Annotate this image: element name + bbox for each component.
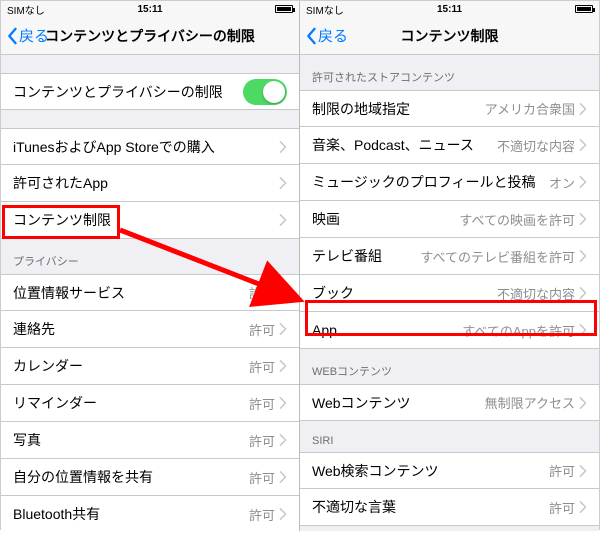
chevron-right-icon	[579, 324, 587, 336]
settings-row[interactable]: コンテンツとプライバシーの制限	[1, 73, 299, 110]
settings-row[interactable]: AppすべてのAppを許可	[300, 312, 599, 349]
row-value: すべての映画を許可	[459, 210, 575, 229]
settings-row[interactable]: 制限の地域指定アメリカ合衆国	[300, 90, 599, 127]
row-value: 許可	[249, 468, 275, 487]
status-bar: SIMなし 15:11	[300, 1, 599, 17]
chevron-right-icon	[279, 508, 287, 520]
row-value: 無制限アクセス	[485, 393, 575, 412]
phone-left: SIMなし 15:11 戻る コンテンツとプライバシーの制限 コンテンツとプライ…	[1, 1, 300, 531]
chevron-right-icon	[579, 287, 587, 299]
settings-row[interactable]: 位置情報サービス許可	[1, 274, 299, 311]
settings-row[interactable]: ミュージックのプロフィールと投稿オン	[300, 164, 599, 201]
settings-row[interactable]: Web検索コンテンツ許可	[300, 452, 599, 489]
nav-bar: 戻る コンテンツとプライバシーの制限	[1, 17, 299, 55]
chevron-right-icon	[579, 250, 587, 262]
row-value: すべてのAppを許可	[462, 321, 575, 340]
row-value: 許可	[249, 357, 275, 376]
row-value: 許可	[249, 505, 275, 524]
row-value: 許可	[249, 431, 275, 450]
row-value: 許可	[249, 320, 275, 339]
row-label: 写真	[13, 430, 249, 450]
row-label: コンテンツ制限	[13, 210, 279, 230]
row-value: 不適切な内容	[497, 136, 575, 155]
chevron-right-icon	[579, 501, 587, 513]
nav-bar: 戻る コンテンツ制限	[300, 17, 599, 55]
row-label: 自分の位置情報を共有	[13, 467, 249, 487]
settings-row[interactable]: 不適切な言葉許可	[300, 489, 599, 526]
settings-row[interactable]: ブック不適切な内容	[300, 275, 599, 312]
row-value: 許可	[549, 498, 575, 517]
row-label: ブック	[312, 283, 497, 303]
row-label: ミュージックのプロフィールと投稿	[312, 172, 549, 192]
row-label: 制限の地域指定	[312, 99, 485, 119]
row-label: Web検索コンテンツ	[312, 461, 549, 481]
section-header-web: WEBコンテンツ	[300, 349, 599, 384]
settings-row[interactable]: Bluetooth共有許可	[1, 496, 299, 531]
row-value: 許可	[549, 461, 575, 480]
row-label: 位置情報サービス	[13, 283, 249, 303]
chevron-right-icon	[579, 213, 587, 225]
settings-row[interactable]: 許可されたApp	[1, 165, 299, 202]
section-header-privacy: プライバシー	[1, 239, 299, 274]
chevron-right-icon	[579, 465, 587, 477]
status-icons	[275, 5, 293, 13]
settings-row[interactable]: iTunesおよびApp Storeでの購入	[1, 128, 299, 165]
settings-row[interactable]: テレビ番組すべてのテレビ番組を許可	[300, 238, 599, 275]
row-label: 音楽、Podcast、ニュース	[312, 135, 497, 155]
settings-row[interactable]: 映画すべての映画を許可	[300, 201, 599, 238]
row-label: 映画	[312, 209, 459, 229]
section-header-store: 許可されたストアコンテンツ	[300, 55, 599, 90]
chevron-right-icon	[279, 360, 287, 372]
status-icons	[575, 5, 593, 13]
settings-row[interactable]: Webコンテンツ無制限アクセス	[300, 384, 599, 421]
chevron-right-icon	[579, 103, 587, 115]
chevron-right-icon	[279, 471, 287, 483]
status-bar: SIMなし 15:11	[1, 1, 299, 17]
row-label: カレンダー	[13, 356, 249, 376]
row-value: 許可	[249, 394, 275, 413]
nav-title: コンテンツ制限	[300, 26, 599, 46]
chevron-right-icon	[279, 177, 287, 189]
row-label: App	[312, 322, 462, 338]
row-label: 不適切な言葉	[312, 497, 549, 517]
row-label: Bluetooth共有	[13, 504, 249, 524]
row-value: オン	[549, 173, 575, 192]
row-label: コンテンツとプライバシーの制限	[13, 82, 243, 102]
row-label: 許可されたApp	[13, 173, 279, 193]
row-label: Webコンテンツ	[312, 393, 485, 413]
row-value: 許可	[249, 283, 275, 302]
settings-row[interactable]: 連絡先許可	[1, 311, 299, 348]
settings-row[interactable]: カレンダー許可	[1, 348, 299, 385]
row-value: すべてのテレビ番組を許可	[420, 247, 575, 266]
chevron-right-icon	[579, 176, 587, 188]
phone-right: SIMなし 15:11 戻る コンテンツ制限 許可されたストアコンテンツ 制限の…	[300, 1, 599, 531]
chevron-right-icon	[279, 323, 287, 335]
settings-row[interactable]: 自分の位置情報を共有許可	[1, 459, 299, 496]
row-label: リマインダー	[13, 393, 249, 413]
row-label: テレビ番組	[312, 246, 420, 266]
row-label: iTunesおよびApp Storeでの購入	[13, 137, 279, 157]
chevron-right-icon	[279, 214, 287, 226]
chevron-right-icon	[579, 397, 587, 409]
chevron-right-icon	[279, 141, 287, 153]
row-value: 不適切な内容	[497, 284, 575, 303]
chevron-right-icon	[279, 287, 287, 299]
chevron-right-icon	[279, 434, 287, 446]
chevron-right-icon	[279, 397, 287, 409]
status-time: 15:11	[1, 4, 299, 15]
nav-title: コンテンツとプライバシーの制限	[1, 26, 299, 46]
row-value: アメリカ合衆国	[485, 99, 575, 118]
row-label: 連絡先	[13, 319, 249, 339]
settings-row[interactable]: リマインダー許可	[1, 385, 299, 422]
toggle-switch[interactable]	[243, 79, 287, 105]
section-header-siri: SIRI	[300, 421, 599, 452]
settings-row[interactable]: 音楽、Podcast、ニュース不適切な内容	[300, 127, 599, 164]
settings-row[interactable]: 写真許可	[1, 422, 299, 459]
chevron-right-icon	[579, 139, 587, 151]
status-time: 15:11	[300, 4, 599, 15]
settings-row[interactable]: コンテンツ制限	[1, 202, 299, 239]
